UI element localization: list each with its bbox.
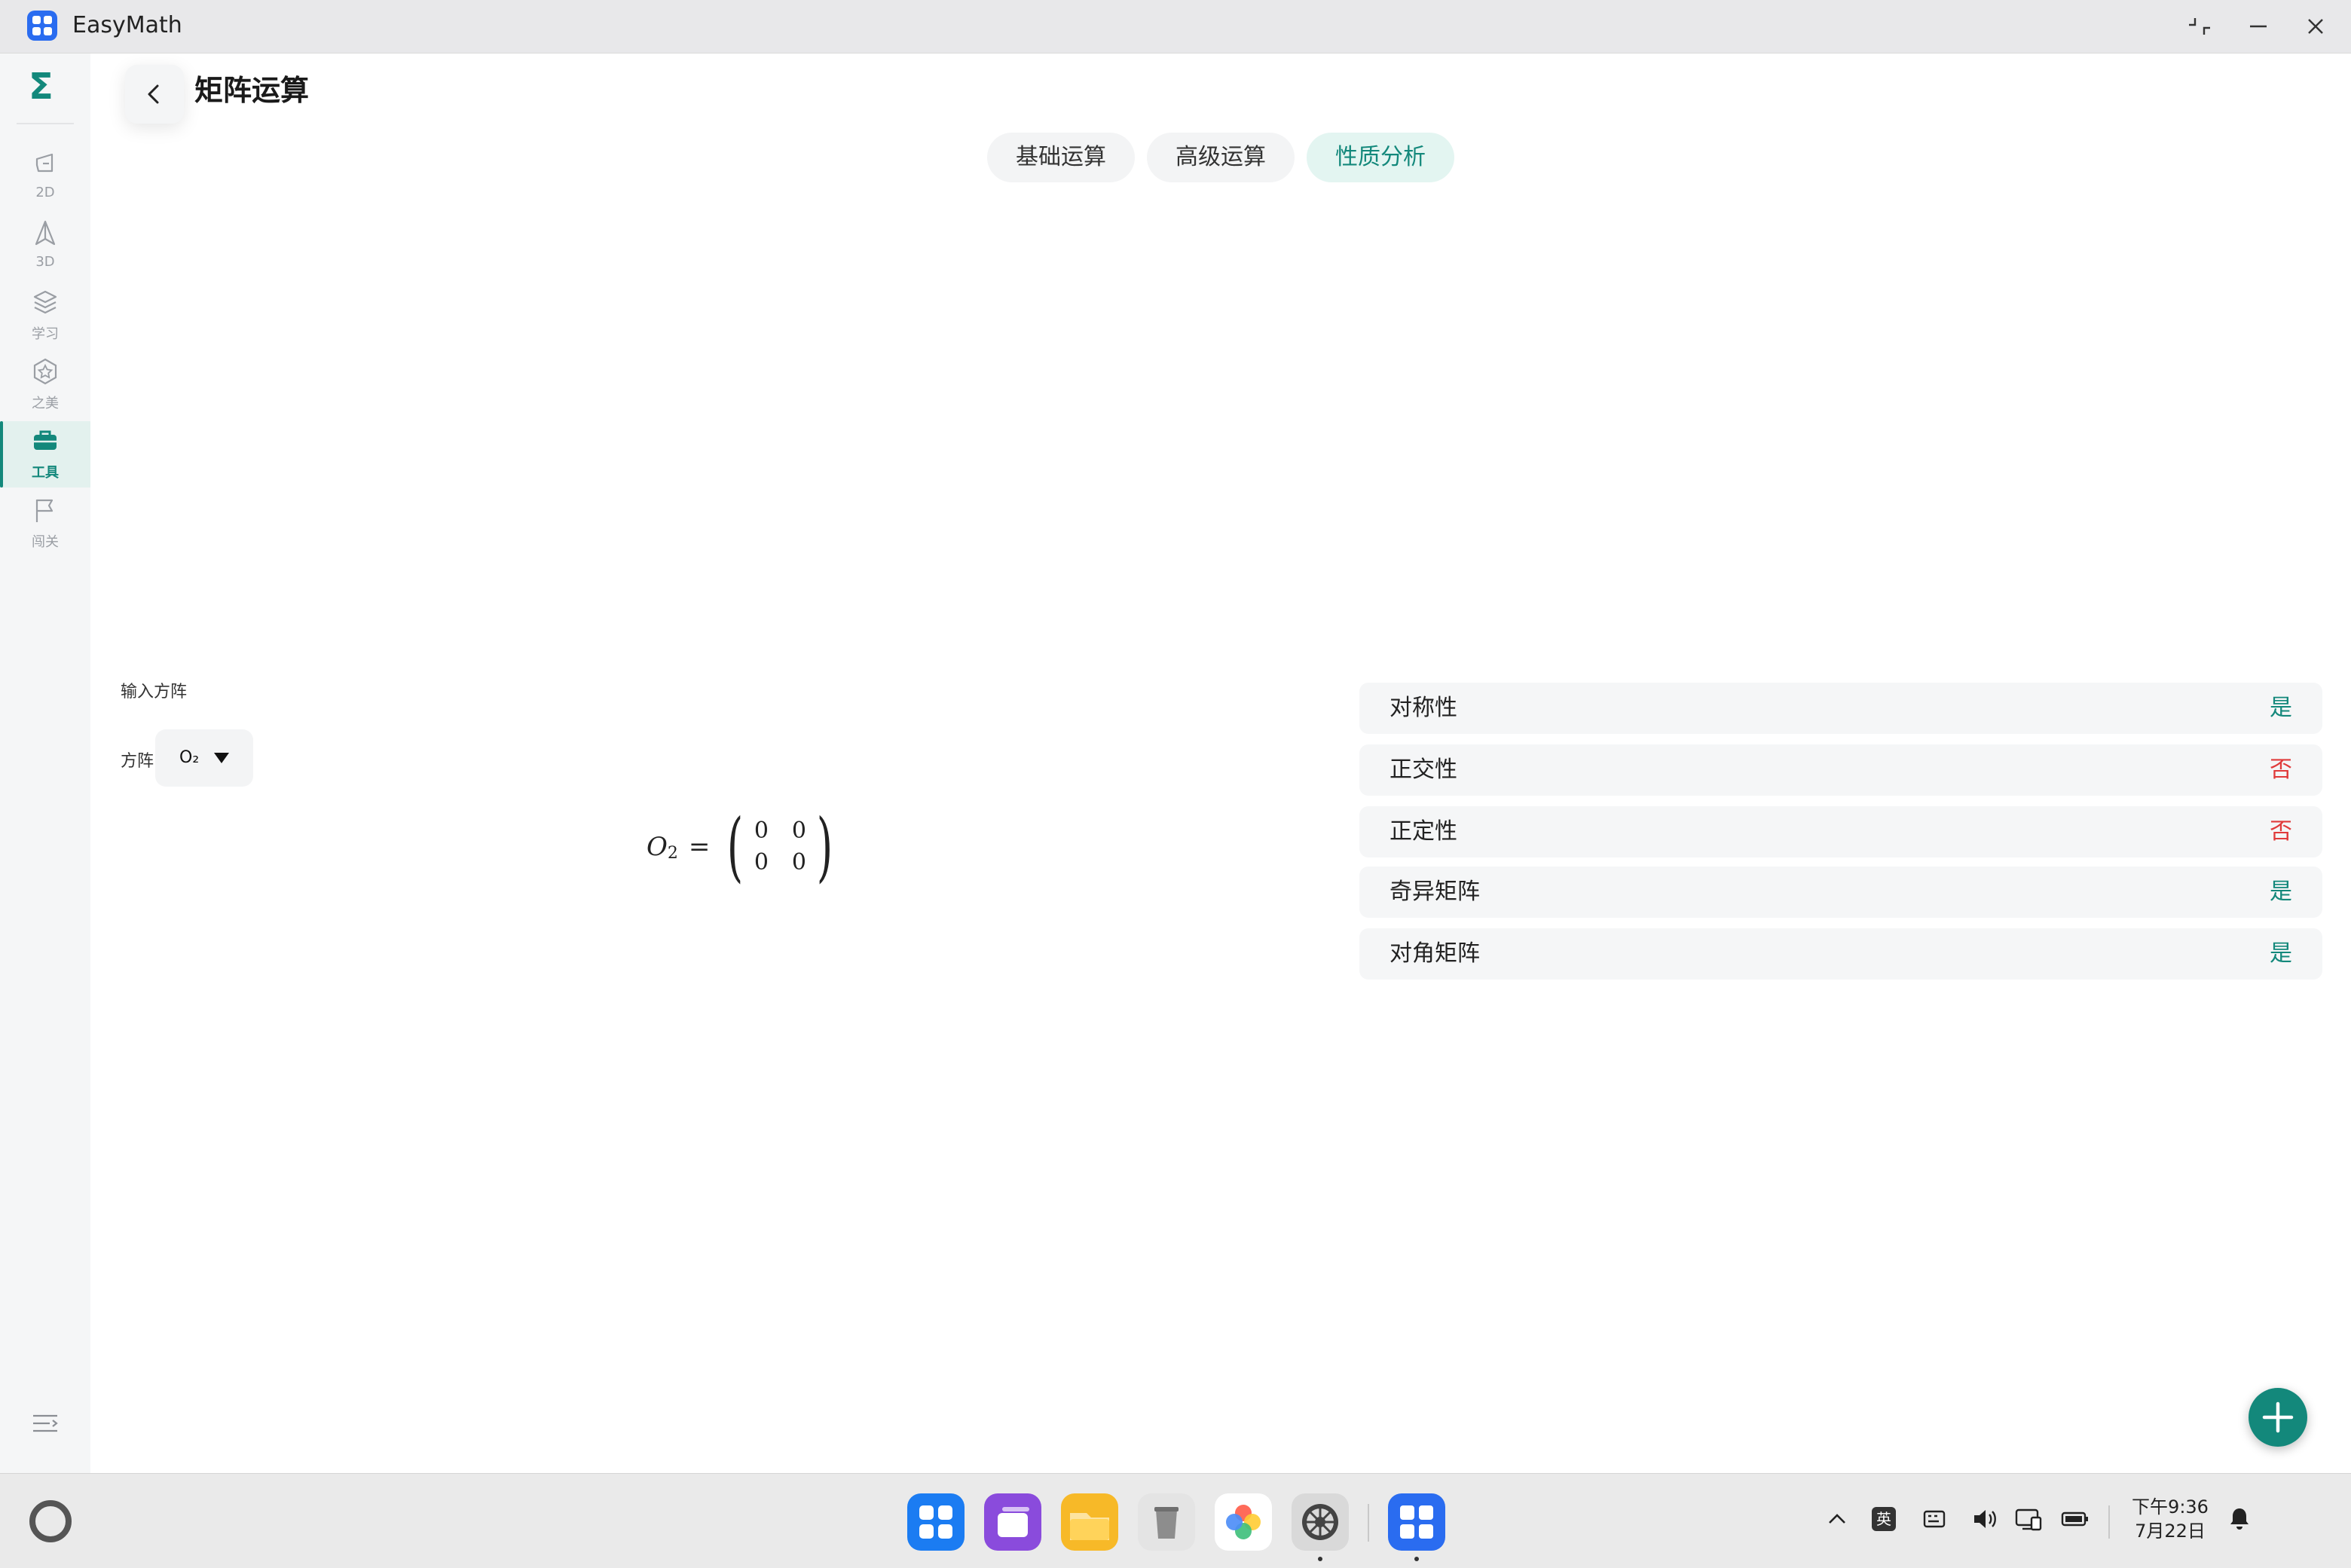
star-hexagon-icon <box>33 358 57 385</box>
display-icon[interactable] <box>2013 1504 2044 1534</box>
app-store-icon[interactable] <box>907 1493 965 1551</box>
matrix-cell: 0 <box>754 849 769 876</box>
sidebar-divider <box>17 123 74 124</box>
property-name: 奇异矩阵 <box>1390 879 1480 905</box>
matrix-cell: 0 <box>754 818 769 844</box>
sigma-logo-icon[interactable]: Σ <box>29 66 54 108</box>
add-button[interactable] <box>2249 1388 2307 1447</box>
restore-icon[interactable] <box>2182 9 2217 44</box>
property-row-orthogonal: 正交性 否 <box>1359 744 2322 796</box>
running-indicator <box>1414 1557 1419 1561</box>
property-value: 否 <box>2270 756 2292 783</box>
clock-time: 下午9:36 <box>2132 1496 2209 1518</box>
tab-basic-operations[interactable]: 基础运算 <box>987 133 1135 182</box>
chevron-up-icon[interactable] <box>1822 1504 1852 1534</box>
sidebar-item-3d[interactable]: 3D <box>0 213 90 280</box>
dock-divider <box>1368 1504 1369 1542</box>
sidebar: Σ 2D 3D 学习 之美 工具 闯关 <box>0 53 90 1473</box>
sidebar-item-beauty[interactable]: 之美 <box>0 352 90 418</box>
formula-subscript: 2 <box>667 843 678 863</box>
property-name: 对角矩阵 <box>1390 940 1480 967</box>
sidebar-item-label: 工具 <box>32 465 59 481</box>
clock-date: 7月22日 <box>2135 1521 2206 1542</box>
sidebar-item-tools[interactable]: 工具 <box>0 421 90 488</box>
property-row-symmetric: 对称性 是 <box>1359 683 2322 734</box>
tab-advanced-operations[interactable]: 高级运算 <box>1147 133 1295 182</box>
matrix-cell: 0 <box>791 818 806 844</box>
matrix-dropdown[interactable]: O₂ <box>155 729 253 787</box>
property-value: 是 <box>2270 940 2292 967</box>
property-value: 否 <box>2270 818 2292 845</box>
tray-divider <box>2108 1505 2110 1539</box>
3d-shape-icon <box>35 220 56 246</box>
matrix-grid: 0 0 0 0 <box>742 817 818 877</box>
back-button[interactable] <box>125 65 184 124</box>
start-button[interactable] <box>27 1498 74 1545</box>
volume-icon[interactable] <box>1970 1504 2000 1534</box>
app-title: EasyMath <box>72 12 182 38</box>
left-paren: ( <box>727 802 744 891</box>
close-icon[interactable] <box>2298 9 2333 44</box>
gallery-icon[interactable] <box>1215 1493 1272 1551</box>
property-row-positive-definite: 正定性 否 <box>1359 806 2322 857</box>
sidebar-item-2d[interactable]: 2D <box>0 144 90 210</box>
app-logo-icon <box>27 11 57 41</box>
title-bar: EasyMath <box>0 0 2351 53</box>
2d-shape-icon <box>35 153 54 173</box>
dropdown-arrow-icon <box>214 753 229 763</box>
tab-property-analysis[interactable]: 性质分析 <box>1307 133 1454 182</box>
minimize-icon[interactable] <box>2241 9 2276 44</box>
multitask-icon[interactable] <box>984 1493 1041 1551</box>
input-method-indicator[interactable]: 英 <box>1872 1507 1896 1531</box>
flag-icon <box>35 499 54 522</box>
sidebar-item-label: 之美 <box>32 396 59 411</box>
expand-menu-icon[interactable] <box>30 1408 60 1438</box>
matrix-cell: 0 <box>791 849 806 876</box>
battery-icon[interactable] <box>2060 1504 2090 1534</box>
layers-icon <box>33 290 57 314</box>
input-section-label: 输入方阵 <box>121 683 188 701</box>
property-row-diagonal: 对角矩阵 是 <box>1359 928 2322 980</box>
sidebar-item-label: 3D <box>35 254 55 270</box>
selected-matrix-value: O₂ <box>179 748 200 767</box>
sidebar-item-label: 闯关 <box>32 534 59 550</box>
sidebar-item-levels[interactable]: 闯关 <box>0 491 90 557</box>
settings-icon[interactable] <box>1292 1493 1349 1551</box>
clock[interactable]: 下午9:36 7月22日 <box>2125 1495 2215 1543</box>
sidebar-item-label: 学习 <box>32 326 59 342</box>
property-name: 正定性 <box>1390 818 1457 845</box>
property-name: 正交性 <box>1390 756 1457 783</box>
property-name: 对称性 <box>1390 695 1457 721</box>
property-value: 是 <box>2270 695 2292 721</box>
formula-variable: O <box>647 832 668 862</box>
matrix-formula: O2 = ( 0 0 0 0 ) <box>647 802 839 891</box>
keyboard-icon[interactable] <box>1918 1504 1949 1534</box>
easymath-icon[interactable] <box>1388 1493 1445 1551</box>
notification-bell-icon[interactable] <box>2224 1504 2255 1534</box>
plus-icon <box>2262 1401 2294 1433</box>
right-paren: ) <box>817 802 833 891</box>
sidebar-item-label: 2D <box>35 185 55 200</box>
files-icon[interactable] <box>1061 1493 1118 1551</box>
page-title: 矩阵运算 <box>194 74 310 107</box>
chevron-left-icon <box>148 84 159 104</box>
sidebar-item-learn[interactable]: 学习 <box>0 283 90 349</box>
trash-icon[interactable] <box>1138 1493 1195 1551</box>
taskbar: 英 下午9:36 7月22日 <box>0 1473 2351 1568</box>
formula-equals: = <box>688 832 711 862</box>
running-indicator <box>1318 1557 1322 1561</box>
toolbox-icon <box>34 430 57 450</box>
tab-bar: 基础运算 高级运算 性质分析 <box>987 133 1454 182</box>
matrix-select-label: 方阵 <box>121 752 154 771</box>
property-row-singular: 奇异矩阵 是 <box>1359 867 2322 918</box>
property-value: 是 <box>2270 879 2292 905</box>
